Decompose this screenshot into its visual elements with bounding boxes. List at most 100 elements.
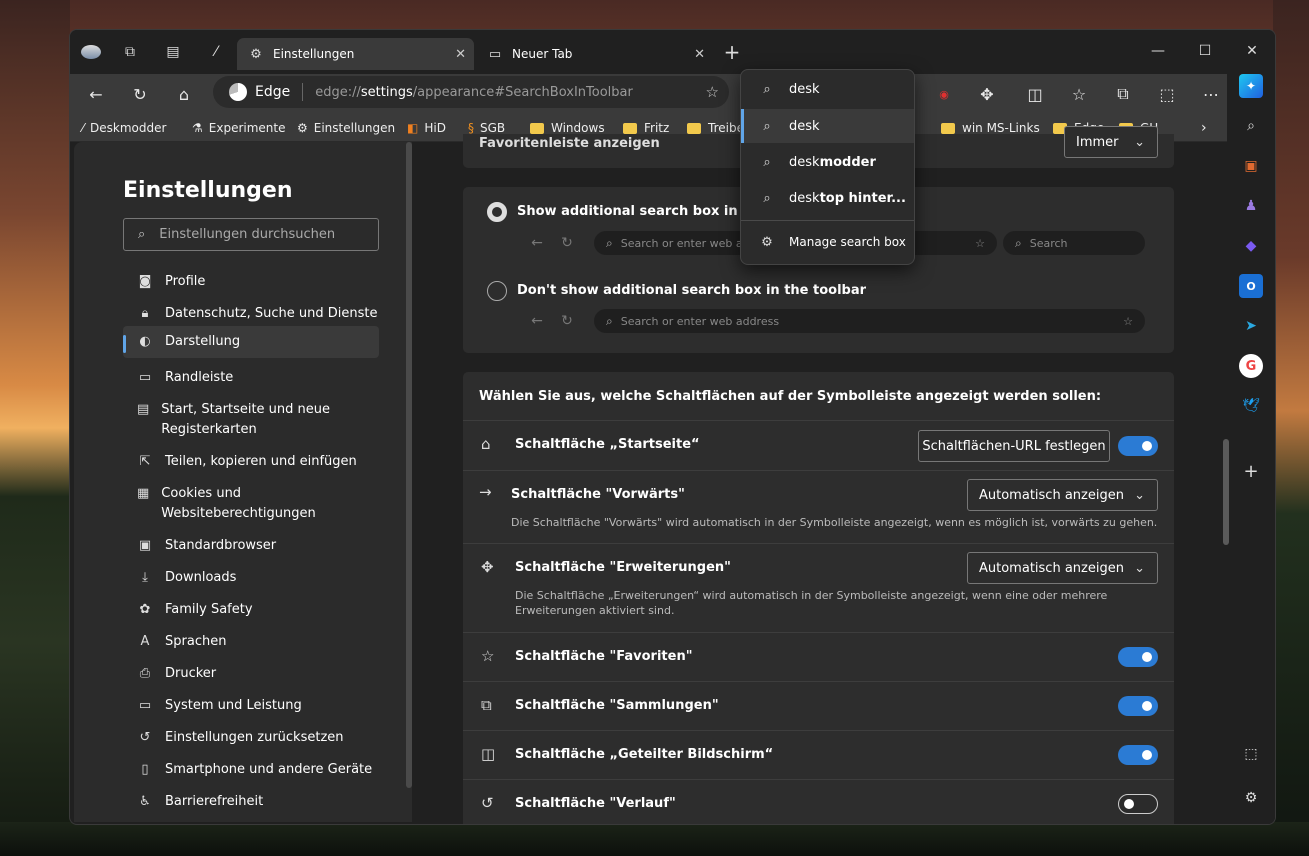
copilot-icon[interactable]: ✦ [1239, 74, 1263, 98]
toggle-home[interactable] [1118, 436, 1158, 456]
sidebar-item-phone[interactable]: ▯ Smartphone und andere Geräte [123, 754, 379, 786]
nav-label: Downloads [165, 570, 237, 585]
browser-window: ⧉ ▤ ⁄ ⚙ Einstellungen ✕ ▭ Neuer Tab ✕ + … [69, 29, 1276, 825]
office-icon[interactable]: ◆ [1239, 234, 1263, 258]
sidebar-item-system[interactable]: ▭ System und Leistung [123, 690, 379, 722]
address-bar[interactable]: Edge edge://settings/appearance#SearchBo… [213, 76, 729, 108]
chevron-down-icon: ⌄ [1134, 487, 1145, 503]
ublock-icon[interactable]: ◉ [930, 80, 958, 108]
sidebar-item-printers[interactable]: ⎙ Drucker [123, 658, 379, 690]
edge-logo-icon [229, 83, 247, 101]
drop-icon[interactable]: ➤ [1239, 314, 1263, 338]
back-icon[interactable]: ← [82, 80, 110, 108]
settings-icon[interactable]: ⚙ [1239, 786, 1263, 810]
nav-label: Drucker [165, 666, 217, 681]
minimize-button[interactable]: — [1135, 36, 1181, 66]
screenshot-icon[interactable]: ⬚ [1239, 742, 1263, 766]
maximize-button[interactable]: ☐ [1182, 36, 1228, 66]
sidebar-item-accessibility[interactable]: ♿︎ Barrierefreiheit [123, 786, 379, 818]
family-icon: ✿ [139, 602, 151, 617]
chevron-right-icon[interactable]: › [1201, 118, 1207, 138]
tools-icon[interactable]: ▣ [1239, 154, 1263, 178]
row-title: Schaltfläche „Geteilter Bildschirm“ [515, 747, 774, 762]
toggle-collections[interactable] [1118, 696, 1158, 716]
screenshot-icon[interactable]: ⬚ [1153, 80, 1181, 108]
tab-new-tab[interactable]: ▭ Neuer Tab ✕ [476, 38, 713, 70]
sidebar-item-languages[interactable]: A Sprachen [123, 626, 379, 658]
row-history: ↺ Schaltfläche "Verlauf" [463, 779, 1174, 824]
collections-icon[interactable]: ⧉ [1109, 80, 1137, 108]
row-extensions: ✥ Schaltfläche "Erweiterungen" Automatis… [463, 543, 1174, 632]
search-query-input[interactable]: ⌕ desk [741, 72, 914, 106]
favorites-icon[interactable]: ☆ [1065, 80, 1093, 108]
row-split-screen: ◫ Schaltfläche „Geteilter Bildschirm“ [463, 730, 1174, 779]
tab-settings[interactable]: ⚙ Einstellungen ✕ [237, 38, 474, 70]
games-icon[interactable]: ♟ [1239, 194, 1263, 218]
favbar-dropdown[interactable]: Immer ⌄ [1064, 126, 1158, 158]
bookmark-item[interactable]: ⚗ Experimente [192, 118, 285, 138]
bookmark-item[interactable]: ◧ HiD [407, 118, 446, 138]
profile-avatar-icon[interactable] [80, 42, 102, 62]
forward-dropdown[interactable]: Automatisch anzeigen ⌄ [967, 479, 1158, 511]
workspaces-icon[interactable]: ⧉ [120, 42, 140, 62]
google-icon[interactable]: G [1239, 354, 1263, 378]
bookmark-item[interactable]: ⁄ Deskmodder [82, 118, 166, 138]
sidebar-item-share[interactable]: ⇱ Teilen, kopieren und einfügen [123, 446, 379, 478]
extensions-icon[interactable]: ✥ [973, 80, 1001, 108]
sidebar-item-start[interactable]: ▤ Start, Startseite und neue Registerkart… [123, 394, 353, 446]
bookmark-label: Fritz [644, 121, 670, 135]
settings-search-input[interactable]: ⌕ Einstellungen durchsuchen [123, 218, 379, 251]
preview-address-2: ⌕ Search or enter web address ☆ [594, 309, 1145, 333]
search-icon[interactable]: ⌕ [1239, 114, 1263, 138]
bookmark-item[interactable]: ⚙ Einstellungen [297, 118, 395, 138]
language-icon: A [140, 634, 150, 649]
vertical-tabs-icon[interactable]: ▤ [163, 42, 183, 62]
nav-label: Family Safety [165, 602, 253, 617]
preview-placeholder: Search or enter web address [620, 314, 780, 328]
close-icon[interactable]: ✕ [455, 47, 466, 62]
more-icon[interactable]: ⋯ [1197, 80, 1225, 108]
refresh-icon: ↻ [561, 313, 573, 329]
sidebar-item-appearance[interactable]: ◐ Darstellung [123, 326, 379, 358]
home-icon[interactable]: ⌂ [170, 80, 198, 108]
split-screen-icon[interactable]: ◫ [1021, 80, 1049, 108]
sidebar-item-family[interactable]: ✿ Family Safety [123, 594, 379, 626]
toggle-favorites[interactable] [1118, 647, 1158, 667]
favorite-star-icon[interactable]: ☆ [706, 83, 719, 101]
twitter-icon[interactable]: 🕊 [1239, 394, 1263, 418]
split-screen-icon: ◫ [481, 745, 496, 763]
preview-placeholder: Search or enter web ac [620, 236, 749, 250]
sidebar-item-cookies[interactable]: ▦ Cookies und Websiteberechtigungen [123, 478, 333, 530]
deskmodder-tab-icon[interactable]: ⁄ [206, 42, 226, 62]
set-url-button[interactable]: Schaltflächen-URL festlegen [918, 430, 1110, 462]
manage-search-box[interactable]: ⚙ Manage search box [741, 225, 914, 259]
brand-label: Edge [255, 84, 291, 100]
toggle-split-screen[interactable] [1118, 745, 1158, 765]
star-icon: ☆ [1123, 314, 1133, 328]
toggle-history[interactable] [1118, 794, 1158, 814]
extensions-dropdown[interactable]: Automatisch anzeigen ⌄ [967, 552, 1158, 584]
sidebar-item-profile[interactable]: ◙ Profile [123, 266, 379, 298]
suggestion-item[interactable]: ⌕ desk top hinter... [741, 181, 914, 215]
nav-label: Start, Startseite und neue Registerkarte… [161, 402, 331, 437]
refresh-icon: ↻ [561, 235, 573, 251]
sidebar-item-default-browser[interactable]: ▣ Standardbrowser [123, 530, 379, 562]
search-icon: ⌕ [763, 118, 771, 134]
suggestion-item[interactable]: ⌕ desk modder [741, 145, 914, 179]
sidebar-item-downloads[interactable]: ⤓ Downloads [123, 562, 379, 594]
row-description: Die Schaltfläche „Erweiterungen“ wird au… [515, 589, 1108, 617]
close-window-button[interactable]: ✕ [1229, 36, 1275, 66]
radio-show-search[interactable] [487, 202, 507, 222]
add-icon[interactable]: + [1239, 459, 1263, 483]
outlook-icon[interactable]: O [1239, 274, 1263, 298]
sidebar-item-sidebar[interactable]: ▭ Randleiste [123, 362, 379, 394]
refresh-icon[interactable]: ↻ [126, 80, 154, 108]
search-placeholder: Einstellungen durchsuchen [159, 227, 336, 242]
content-scrollbar[interactable] [1223, 439, 1229, 545]
suggestion-item[interactable]: ⌕ desk [741, 109, 914, 143]
radio-hide-search[interactable] [487, 281, 507, 301]
close-icon[interactable]: ✕ [694, 47, 705, 62]
new-tab-button[interactable]: + [722, 40, 742, 64]
sidebar-item-reset[interactable]: ↺ Einstellungen zurücksetzen [123, 722, 379, 754]
nav-label: Darstellung [165, 334, 241, 349]
